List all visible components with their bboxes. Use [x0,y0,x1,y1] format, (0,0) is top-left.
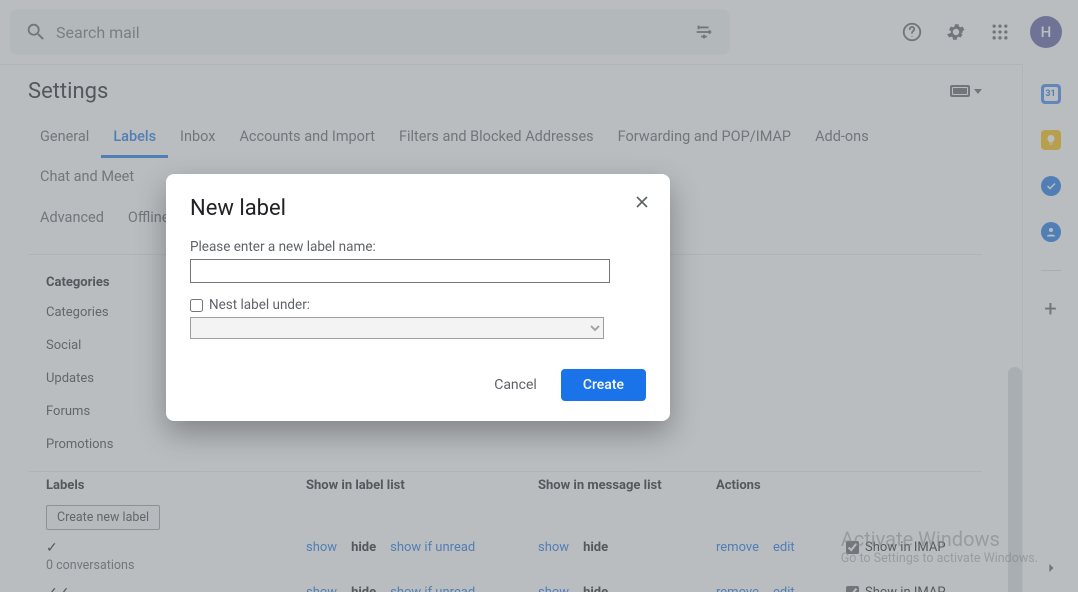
create-button[interactable]: Create [561,369,646,401]
dialog-title: New label [190,196,646,221]
nest-parent-select[interactable] [190,317,604,339]
nest-label-checkbox[interactable] [190,299,203,312]
label-name-prompt: Please enter a new label name: [190,239,646,255]
label-name-input[interactable] [190,259,610,283]
nest-label-text: Nest label under: [209,297,310,313]
cancel-button[interactable]: Cancel [478,369,553,401]
new-label-dialog: New label Please enter a new label name:… [166,174,670,421]
close-icon[interactable] [632,192,652,212]
